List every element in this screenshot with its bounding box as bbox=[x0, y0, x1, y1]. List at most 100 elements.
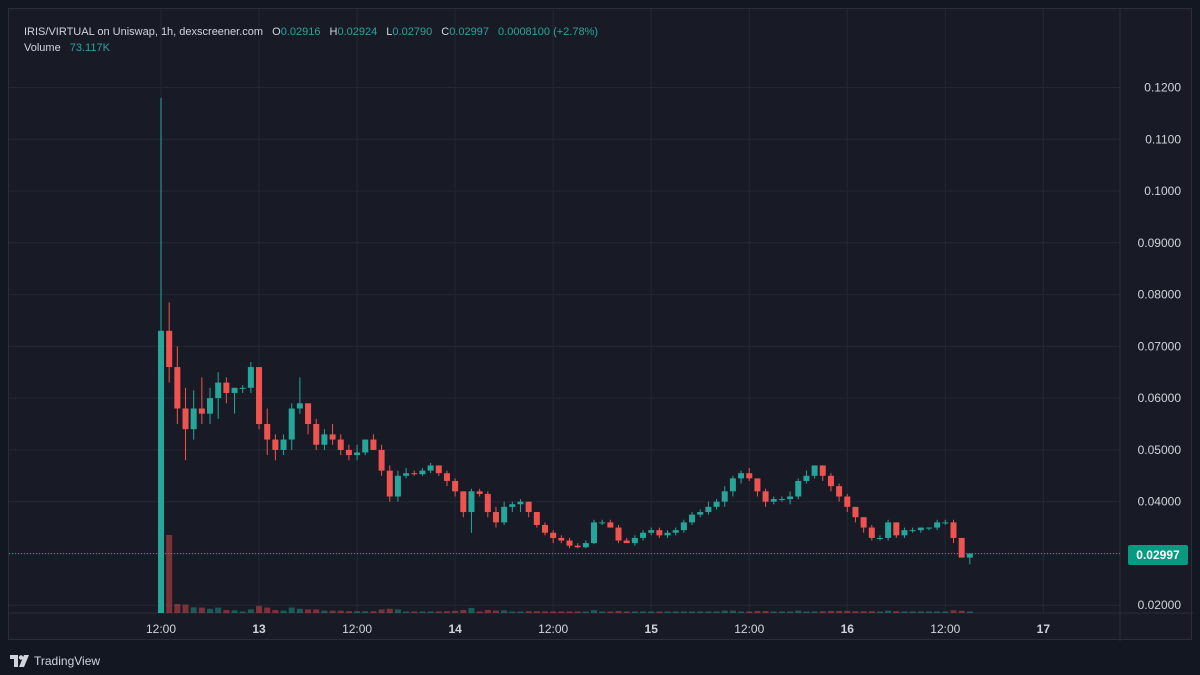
volume-bar bbox=[950, 610, 957, 613]
volume-bar bbox=[795, 610, 802, 613]
volume-bar bbox=[656, 611, 663, 613]
candle-body bbox=[566, 540, 573, 546]
x-axis[interactable]: 12:00 13 12:00 14 12:00 15 12:00 16 12:00 17 bbox=[146, 622, 1050, 636]
candle-body bbox=[917, 527, 924, 531]
volume-bar bbox=[591, 610, 598, 613]
candle-body bbox=[411, 473, 418, 475]
volume-bar bbox=[664, 611, 671, 613]
price-chart[interactable]: 0.020000.030000.040000.050000.060000.070… bbox=[9, 9, 1193, 641]
candle-body bbox=[876, 537, 883, 539]
candle-body bbox=[901, 530, 908, 536]
candle-body bbox=[615, 527, 622, 541]
y-axis[interactable]: 0.020000.030000.040000.050000.060000.070… bbox=[1138, 80, 1182, 612]
candle-body bbox=[443, 473, 450, 481]
candle-body bbox=[509, 504, 516, 507]
candle-body bbox=[427, 465, 434, 471]
candle-body bbox=[419, 470, 426, 475]
y-tick-label: 0.1100 bbox=[1145, 132, 1181, 146]
candle-body bbox=[550, 532, 557, 538]
candle-body bbox=[934, 522, 941, 528]
volume-bar bbox=[697, 611, 704, 613]
candle-body bbox=[811, 465, 818, 476]
volume-bar bbox=[868, 611, 875, 613]
volume-bar bbox=[337, 610, 344, 613]
candle-body bbox=[925, 527, 932, 529]
volume-bar bbox=[672, 611, 679, 613]
candle-body bbox=[345, 449, 352, 456]
candle-body bbox=[378, 449, 385, 471]
legend-title[interactable]: IRIS/VIRTUAL on Uniswap, 1h, dexscreener… bbox=[24, 26, 263, 38]
candle-body bbox=[893, 522, 900, 536]
candle-body bbox=[909, 530, 916, 532]
candle-body bbox=[215, 382, 222, 399]
volume-bar bbox=[713, 611, 720, 613]
volume-bar bbox=[541, 611, 548, 613]
candle-body bbox=[476, 491, 483, 494]
volume-bar bbox=[631, 611, 638, 613]
candle-body bbox=[272, 439, 279, 450]
volume-bar bbox=[803, 611, 810, 613]
volume-bar bbox=[876, 611, 883, 613]
candle-body bbox=[558, 537, 565, 541]
x-tick-label: 15 bbox=[645, 622, 659, 636]
volume-bar bbox=[852, 611, 859, 613]
volume-bar bbox=[247, 609, 254, 613]
legend-volume-label[interactable]: Volume bbox=[24, 42, 61, 54]
x-tick-label: 12:00 bbox=[146, 622, 176, 636]
candle-body bbox=[403, 473, 410, 476]
volume-bars bbox=[158, 478, 973, 613]
x-tick-label: 12:00 bbox=[342, 622, 372, 636]
candle-body bbox=[354, 452, 361, 456]
candle-body bbox=[607, 522, 614, 528]
candle-body bbox=[689, 514, 696, 523]
tradingview-logo[interactable]: TradingView bbox=[10, 653, 100, 669]
candle-body bbox=[958, 537, 965, 558]
candle-body bbox=[623, 540, 630, 544]
candle-body bbox=[729, 478, 736, 492]
candle-body bbox=[721, 491, 728, 502]
volume-bar bbox=[811, 611, 818, 613]
volume-bar bbox=[770, 611, 777, 613]
x-tick-label: 17 bbox=[1037, 622, 1051, 636]
candle-body bbox=[517, 501, 524, 505]
volume-bar bbox=[934, 611, 941, 613]
volume-bar bbox=[966, 611, 973, 613]
legend-volume-value: 73.117K bbox=[69, 42, 110, 54]
volume-bar bbox=[827, 610, 834, 613]
candle-body bbox=[460, 491, 467, 513]
volume-bar bbox=[754, 610, 761, 613]
volume-bar bbox=[231, 610, 238, 613]
candle-body bbox=[207, 398, 214, 414]
chart-frame[interactable]: 0.020000.030000.040000.050000.060000.070… bbox=[8, 8, 1193, 641]
volume-bar bbox=[901, 611, 908, 613]
candle-body bbox=[754, 478, 761, 492]
volume-bar bbox=[313, 609, 320, 613]
volume-bar bbox=[362, 611, 369, 613]
legend-open-value: 0.02916 bbox=[280, 26, 321, 38]
legend-volume: Volume 73.117K bbox=[24, 42, 110, 54]
volume-bar bbox=[264, 607, 271, 613]
candle-body bbox=[860, 517, 867, 528]
volume-bar bbox=[836, 610, 843, 613]
candle-body bbox=[697, 512, 704, 515]
volume-bar bbox=[925, 611, 932, 613]
candle-body bbox=[640, 532, 647, 538]
candle-body bbox=[868, 527, 875, 538]
volume-bar bbox=[215, 607, 222, 613]
volume-bar bbox=[394, 609, 401, 613]
candle-body bbox=[942, 522, 949, 524]
volume-bar bbox=[574, 611, 581, 613]
volume-bar bbox=[648, 611, 655, 613]
volume-bar bbox=[484, 610, 491, 613]
volume-bar bbox=[615, 610, 622, 613]
volume-bar bbox=[419, 611, 426, 613]
tradingview-icon bbox=[10, 655, 29, 667]
volume-bar bbox=[476, 611, 483, 613]
candle-body bbox=[386, 470, 393, 497]
candle-body bbox=[950, 522, 957, 538]
volume-bar bbox=[223, 610, 230, 613]
volume-bar bbox=[721, 610, 728, 613]
volume-bar bbox=[778, 611, 785, 613]
volume-bar bbox=[525, 611, 532, 613]
candle-body bbox=[827, 475, 834, 487]
